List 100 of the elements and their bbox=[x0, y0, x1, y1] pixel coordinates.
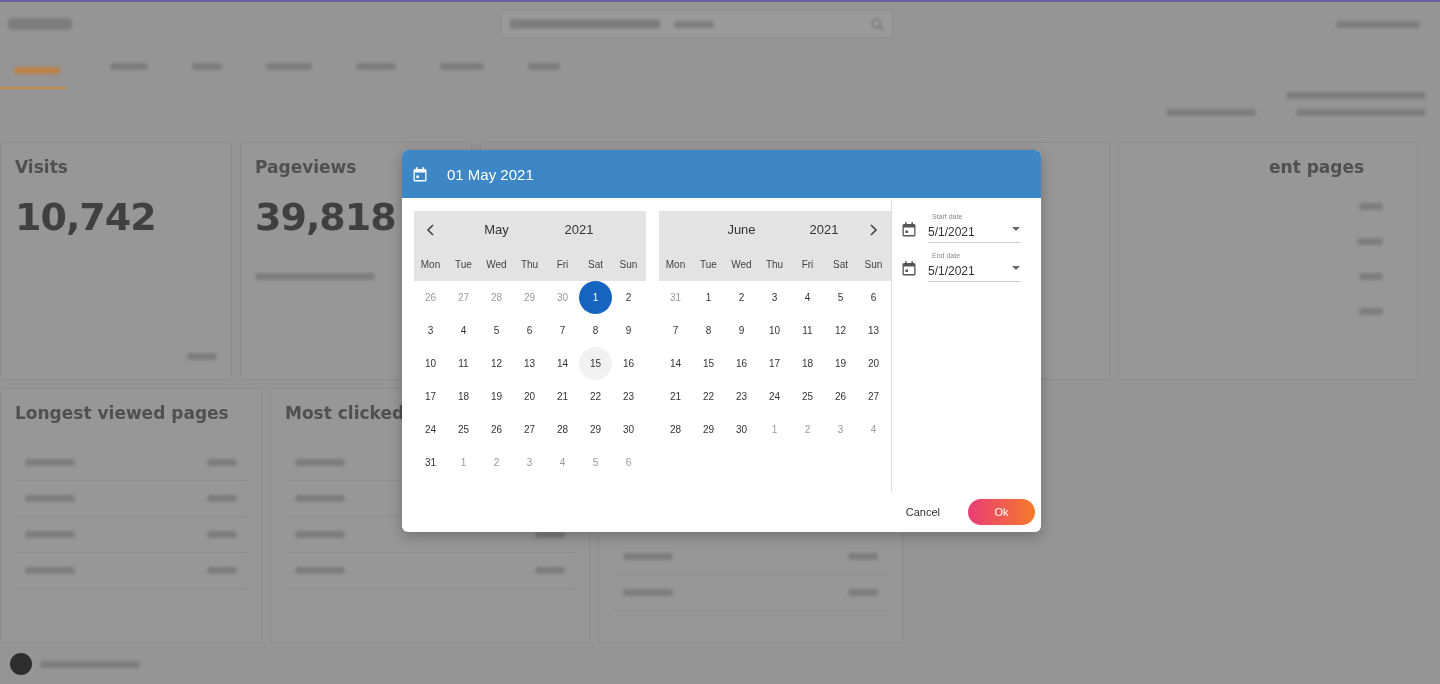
day-cell[interactable]: 9 bbox=[725, 314, 758, 347]
day-cell[interactable]: 15 bbox=[579, 347, 612, 380]
day-cell[interactable]: 3 bbox=[414, 314, 447, 347]
weekday-label: Fri bbox=[800, 259, 815, 270]
day-cell[interactable]: 19 bbox=[480, 380, 513, 413]
stat-value: 39,818 bbox=[255, 195, 396, 239]
day-cell[interactable]: 5 bbox=[824, 281, 857, 314]
chevron-right-icon[interactable] bbox=[869, 223, 878, 236]
weekday-label: Sat bbox=[587, 259, 604, 270]
day-cell[interactable]: 21 bbox=[659, 380, 692, 413]
day-cell[interactable]: 24 bbox=[414, 413, 447, 446]
day-cell[interactable]: 22 bbox=[579, 380, 612, 413]
blurred-text bbox=[25, 531, 75, 538]
day-cell[interactable]: 18 bbox=[447, 380, 480, 413]
day-cell[interactable]: 20 bbox=[513, 380, 546, 413]
day-cell[interactable]: 3 bbox=[758, 281, 791, 314]
day-cell[interactable]: 21 bbox=[546, 380, 579, 413]
blurred-text bbox=[535, 567, 565, 574]
day-cell[interactable]: 15 bbox=[692, 347, 725, 380]
day-cell[interactable]: 27 bbox=[513, 413, 546, 446]
chevron-left-icon[interactable] bbox=[426, 223, 435, 236]
day-cell[interactable]: 13 bbox=[513, 347, 546, 380]
day-cell[interactable]: 16 bbox=[725, 347, 758, 380]
day-cell[interactable]: 8 bbox=[579, 314, 612, 347]
day-cell[interactable]: 28 bbox=[546, 413, 579, 446]
day-cell[interactable]: 12 bbox=[480, 347, 513, 380]
blurred-text bbox=[187, 353, 217, 360]
day-cell[interactable]: 7 bbox=[546, 314, 579, 347]
day-cell[interactable]: 26 bbox=[824, 380, 857, 413]
day-cell[interactable]: 30 bbox=[612, 413, 645, 446]
day-cell[interactable]: 14 bbox=[546, 347, 579, 380]
day-cell[interactable]: 24 bbox=[758, 380, 791, 413]
day-cell[interactable]: 18 bbox=[791, 347, 824, 380]
blurred-text bbox=[623, 553, 673, 560]
weekday-label: Wed bbox=[485, 259, 508, 270]
weekday-label: Sun bbox=[618, 259, 639, 270]
blurred-text bbox=[1359, 203, 1383, 210]
day-cell[interactable]: 31 bbox=[414, 446, 447, 479]
day-cell[interactable]: 6 bbox=[513, 314, 546, 347]
blurred-text bbox=[266, 62, 312, 70]
card-title: ent pages bbox=[1269, 157, 1365, 177]
calendar-icon bbox=[413, 166, 427, 182]
day-cell[interactable]: 4 bbox=[791, 281, 824, 314]
day-cell[interactable]: 13 bbox=[857, 314, 890, 347]
avatar-icon bbox=[10, 653, 32, 675]
day-cell[interactable]: 25 bbox=[447, 413, 480, 446]
blurred-text bbox=[1357, 238, 1383, 245]
day-cell[interactable]: 14 bbox=[659, 347, 692, 380]
day-cell[interactable]: 11 bbox=[447, 347, 480, 380]
blurred-text bbox=[207, 459, 237, 466]
blurred-text bbox=[207, 495, 237, 502]
day-cell[interactable]: 11 bbox=[791, 314, 824, 347]
blurred-text bbox=[25, 495, 75, 502]
day-cell[interactable]: 19 bbox=[824, 347, 857, 380]
day-cell[interactable]: 2 bbox=[725, 281, 758, 314]
day-cell[interactable]: 4 bbox=[447, 314, 480, 347]
day-cell[interactable]: 17 bbox=[758, 347, 791, 380]
day-cell[interactable]: 2 bbox=[612, 281, 645, 314]
dropdown-caret-icon[interactable] bbox=[1012, 266, 1020, 270]
blurred-text bbox=[848, 553, 878, 560]
day-cell[interactable]: 9 bbox=[612, 314, 645, 347]
month-label[interactable]: May bbox=[447, 222, 546, 237]
weekday-label: Mon bbox=[664, 259, 687, 270]
weekday-label: Tue bbox=[699, 259, 718, 270]
day-cell[interactable]: 12 bbox=[824, 314, 857, 347]
day-cell[interactable]: 22 bbox=[692, 380, 725, 413]
year-label[interactable]: 2021 bbox=[791, 222, 857, 237]
day-cell[interactable]: 16 bbox=[612, 347, 645, 380]
day-cell[interactable]: 7 bbox=[659, 314, 692, 347]
month-label[interactable]: June bbox=[692, 222, 791, 237]
day-cell[interactable]: 20 bbox=[857, 347, 890, 380]
day-cell[interactable]: 27 bbox=[857, 380, 890, 413]
day-cell[interactable]: 23 bbox=[725, 380, 758, 413]
day-cell[interactable]: 26 bbox=[480, 413, 513, 446]
weekday-label: Sat bbox=[832, 259, 849, 270]
search-field[interactable] bbox=[502, 11, 892, 37]
day-cell[interactable]: 1 bbox=[579, 281, 612, 314]
day-cell[interactable]: 30 bbox=[725, 413, 758, 446]
day-cell[interactable]: 29 bbox=[692, 413, 725, 446]
blurred-text bbox=[192, 62, 222, 70]
day-cell[interactable]: 29 bbox=[579, 413, 612, 446]
day-cell[interactable]: 25 bbox=[791, 380, 824, 413]
weekday-label: Thu bbox=[519, 259, 540, 270]
day-cell[interactable]: 8 bbox=[692, 314, 725, 347]
blurred-text bbox=[25, 567, 75, 574]
blurred-text bbox=[295, 495, 345, 502]
blurred-text bbox=[440, 62, 484, 70]
year-label[interactable]: 2021 bbox=[546, 222, 612, 237]
day-cell[interactable]: 10 bbox=[414, 347, 447, 380]
day-cell[interactable]: 10 bbox=[758, 314, 791, 347]
day-cell[interactable]: 23 bbox=[612, 380, 645, 413]
day-cell[interactable]: 17 bbox=[414, 380, 447, 413]
card-title: Pageviews bbox=[255, 157, 357, 177]
dropdown-caret-icon[interactable] bbox=[1012, 227, 1020, 231]
cancel-button[interactable]: Cancel bbox=[893, 500, 952, 524]
day-cell[interactable]: 6 bbox=[857, 281, 890, 314]
weekday-label: Mon bbox=[419, 259, 442, 270]
day-cell[interactable]: 28 bbox=[659, 413, 692, 446]
day-cell[interactable]: 1 bbox=[692, 281, 725, 314]
day-cell[interactable]: 5 bbox=[480, 314, 513, 347]
